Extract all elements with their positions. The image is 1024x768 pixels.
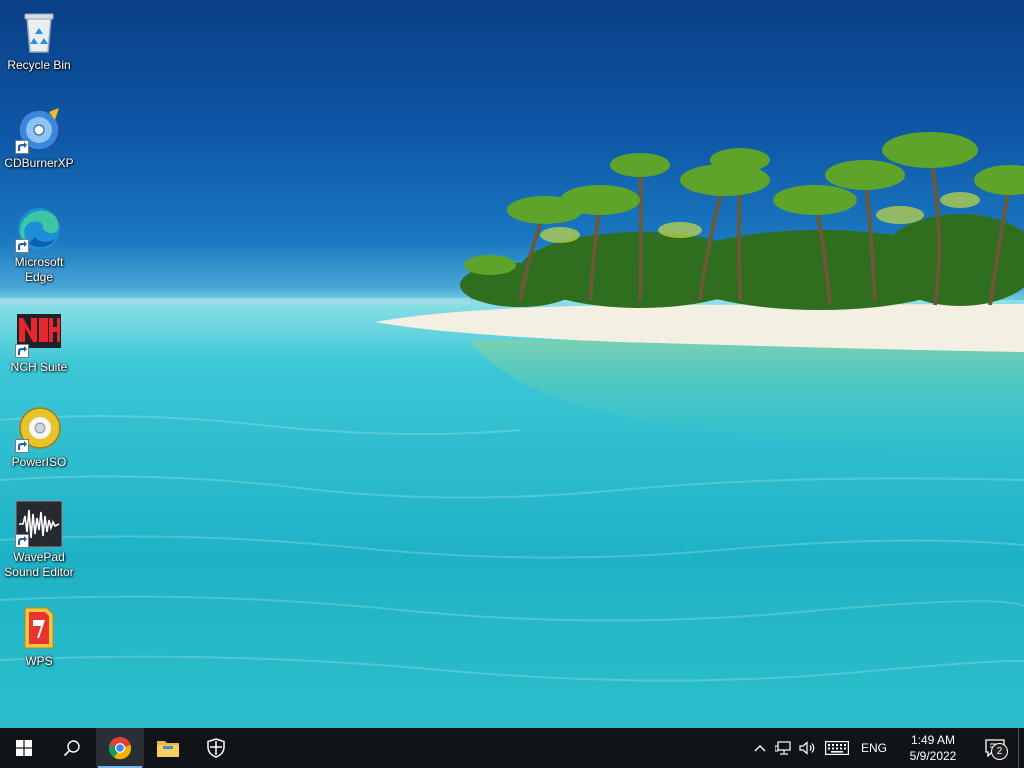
desktop-icon-label: Microsoft Edge — [14, 255, 64, 284]
search-icon — [63, 740, 80, 757]
network-icon — [775, 741, 791, 755]
shortcut-arrow-icon — [15, 534, 29, 548]
desktop-icon-poweriso[interactable]: PowerISO — [2, 405, 76, 470]
shortcut-arrow-icon — [15, 344, 29, 358]
shortcut-arrow-icon — [15, 439, 29, 453]
show-desktop-button[interactable] — [1018, 728, 1024, 768]
chevron-up-icon — [754, 745, 766, 752]
clock-time: 1:49 AM — [910, 733, 956, 747]
desktop-icon-label: PowerISO — [11, 455, 67, 469]
shortcut-arrow-icon — [15, 140, 29, 154]
file-explorer-icon — [157, 741, 179, 757]
network-button[interactable] — [772, 728, 796, 768]
start-button[interactable] — [0, 728, 48, 768]
system-tray: ENG 1:49 AM 5/9/2022 2 — [748, 728, 1024, 768]
windows-start-icon — [16, 740, 32, 756]
nch-icon — [15, 310, 63, 358]
search-button[interactable] — [48, 728, 96, 768]
desktop-icon-cdburnerxp[interactable]: CDBurnerXP — [2, 106, 76, 171]
keyboard-icon — [825, 741, 849, 755]
input-language-button[interactable]: ENG — [854, 728, 894, 768]
touch-keyboard-button[interactable] — [820, 728, 854, 768]
wavepad-icon — [15, 500, 63, 548]
clock-date: 5/9/2022 — [909, 749, 957, 763]
desktop-icon-wps[interactable]: WPS — [2, 604, 76, 669]
desktop-icon-nch-suite[interactable]: NCH Suite — [2, 310, 76, 375]
windows-security-icon — [207, 738, 225, 758]
cdburnerxp-icon — [15, 106, 63, 154]
volume-button[interactable] — [796, 728, 820, 768]
desktop-icon-label: CDBurnerXP — [4, 156, 74, 170]
desktop-icon-label: WavePad Sound Editor — [4, 550, 74, 579]
wps-icon — [15, 604, 63, 652]
desktop-icon-microsoft-edge[interactable]: Microsoft Edge — [2, 205, 76, 285]
speaker-icon — [799, 741, 815, 755]
action-center-button[interactable]: 2 — [972, 728, 1018, 768]
clock[interactable]: 1:49 AM 5/9/2022 — [894, 728, 972, 768]
desktop-icon-recycle-bin[interactable]: Recycle Bin — [2, 8, 76, 73]
edge-icon — [15, 205, 63, 253]
taskbar-windows-security[interactable] — [192, 728, 240, 768]
recycle-bin-icon — [15, 8, 63, 56]
taskbar-chrome[interactable] — [96, 728, 144, 768]
desktop-icon-label: Recycle Bin — [7, 58, 71, 72]
desktop-icon-label: WPS — [25, 654, 53, 668]
show-hidden-icons-button[interactable] — [748, 728, 772, 768]
taskbar: ENG 1:49 AM 5/9/2022 2 — [0, 728, 1024, 768]
poweriso-icon — [15, 405, 63, 453]
desktop[interactable]: Recycle Bin CDBurnerXP Microsoft Edge NC… — [0, 0, 1024, 728]
wallpaper — [0, 132, 1024, 728]
desktop-icon-label: NCH Suite — [10, 360, 68, 374]
notification-count-badge: 2 — [991, 743, 1008, 760]
taskbar-file-explorer[interactable] — [144, 728, 192, 768]
desktop-icon-wavepad[interactable]: WavePad Sound Editor — [2, 500, 76, 580]
shortcut-arrow-icon — [15, 239, 29, 253]
chrome-icon — [108, 736, 132, 760]
